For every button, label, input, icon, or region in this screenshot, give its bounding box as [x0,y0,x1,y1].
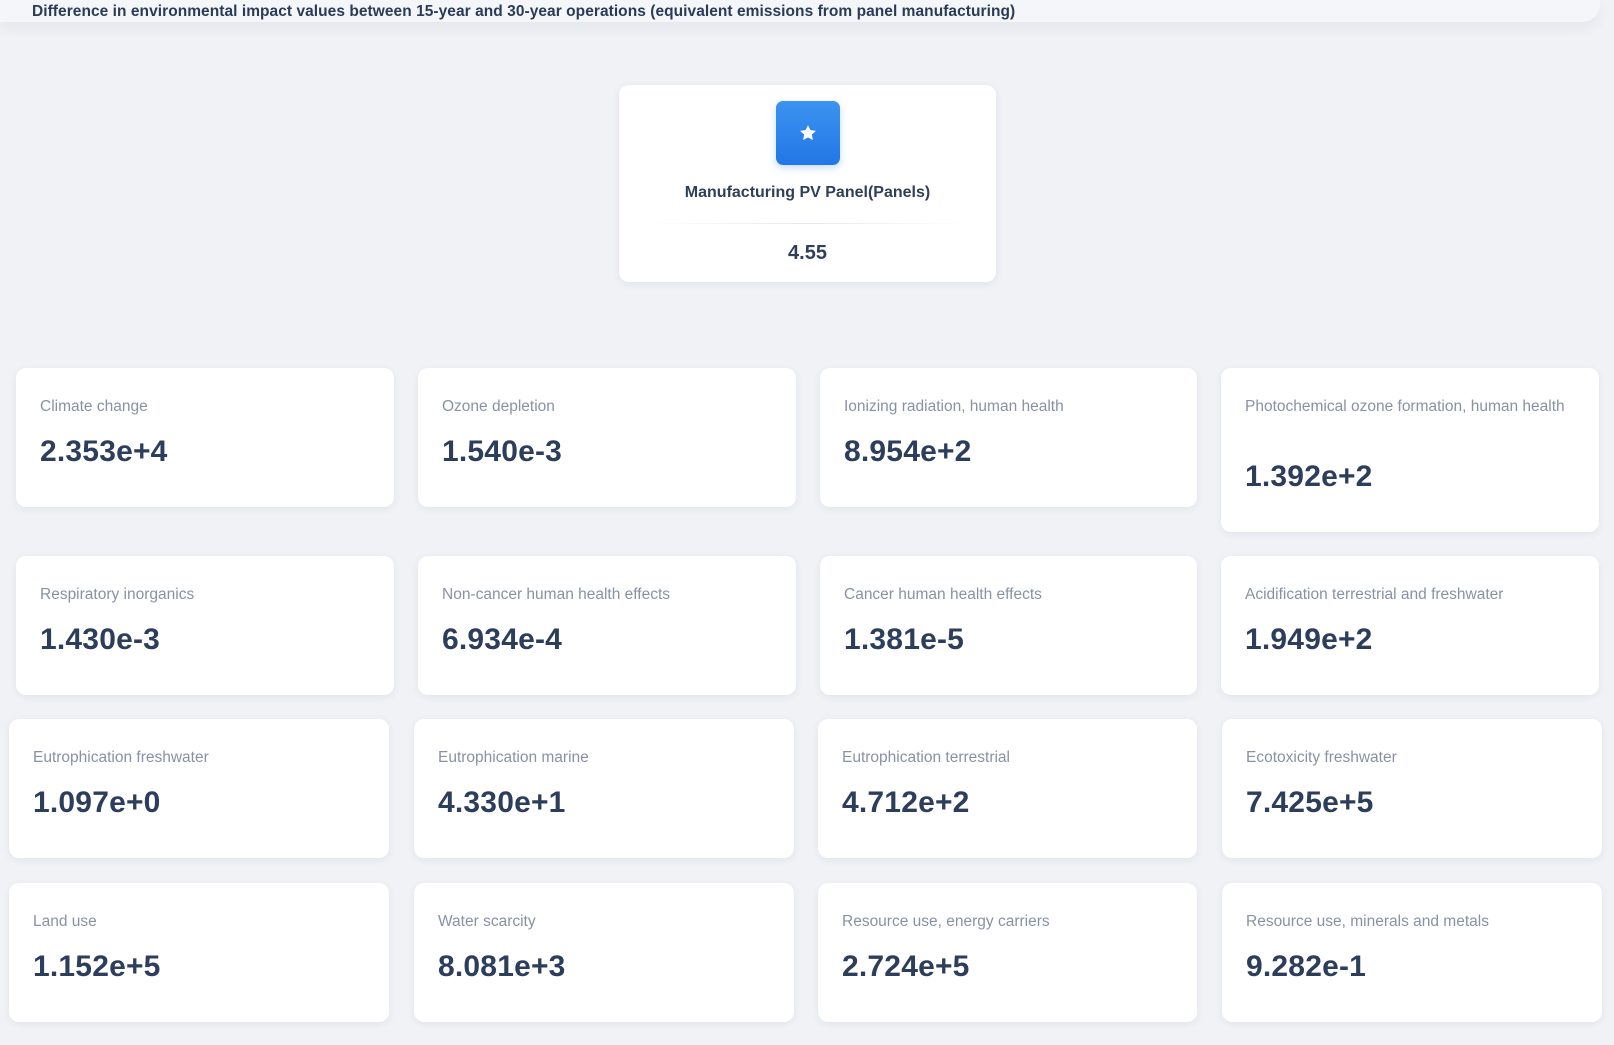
metric-card-minerals-metals: Resource use, minerals and metals 9.282e… [1222,883,1602,1022]
metric-label: Ecotoxicity freshwater [1246,749,1397,766]
header-bar: Difference in environmental impact value… [0,0,1600,22]
metric-card-ozone-depletion: Ozone depletion 1.540e-3 [418,368,796,507]
metric-card-water-scarcity: Water scarcity 8.081e+3 [414,883,794,1022]
metric-value: 1.949e+2 [1245,623,1373,656]
metric-card-eutrophication-marine: Eutrophication marine 4.330e+1 [414,719,794,858]
metric-card-respiratory-inorganics: Respiratory inorganics 1.430e-3 [16,556,394,695]
metric-label: Acidification terrestrial and freshwater [1245,586,1504,603]
metric-value: 7.425e+5 [1246,786,1374,819]
metric-label: Climate change [40,398,148,415]
metric-card-eutrophication-freshwater: Eutrophication freshwater 1.097e+0 [9,719,389,858]
metric-label: Respiratory inorganics [40,586,195,603]
star-icon [776,101,840,165]
metric-label: Photochemical ozone formation, human hea… [1245,398,1565,415]
metric-label: Ionizing radiation, human health [844,398,1064,415]
metric-card-ionizing-radiation: Ionizing radiation, human health 8.954e+… [820,368,1197,507]
metric-card-eutrophication-terrestrial: Eutrophication terrestrial 4.712e+2 [818,719,1197,858]
metric-label: Eutrophication marine [438,749,589,766]
metric-label: Non-cancer human health effects [442,586,671,603]
metric-card-cancer: Cancer human health effects 1.381e-5 [820,556,1197,695]
metric-card-land-use: Land use 1.152e+5 [9,883,389,1022]
metric-card-acidification: Acidification terrestrial and freshwater… [1221,556,1599,695]
metric-value: 4.712e+2 [842,786,970,819]
metric-value: 6.934e-4 [442,623,563,656]
metric-value: 8.954e+2 [844,435,972,468]
metric-card-non-cancer: Non-cancer human health effects 6.934e-4 [418,556,796,695]
dashboard-page: Difference in environmental impact value… [0,0,1614,1045]
metric-label: Cancer human health effects [844,586,1042,603]
metric-card-climate-change: Climate change 2.353e+4 [16,368,394,507]
metric-label: Resource use, energy carriers [842,913,1050,930]
summary-divider [647,223,968,224]
metric-label: Eutrophication terrestrial [842,749,1010,766]
summary-value: 4.55 [788,242,827,264]
summary-label: Manufacturing PV Panel(Panels) [684,184,931,201]
metric-value: 1.152e+5 [33,950,161,983]
summary-card: Manufacturing PV Panel(Panels) 4.55 [619,85,996,282]
metric-value: 8.081e+3 [438,950,566,983]
metric-label: Ozone depletion [442,398,555,415]
metric-label: Eutrophication freshwater [33,749,209,766]
metric-value: 1.381e-5 [844,623,965,656]
metric-label: Water scarcity [438,913,536,930]
metric-label: Land use [33,913,97,930]
metric-value: 4.330e+1 [438,786,566,819]
metric-value: 2.353e+4 [40,435,168,468]
page-title: Difference in environmental impact value… [32,3,1016,20]
metric-card-ecotoxicity-freshwater: Ecotoxicity freshwater 7.425e+5 [1222,719,1602,858]
metric-value: 2.724e+5 [842,950,970,983]
metric-value: 1.540e-3 [442,435,563,468]
metric-value: 1.430e-3 [40,623,161,656]
metric-label: Resource use, minerals and metals [1246,913,1489,930]
metric-card-energy-carriers: Resource use, energy carriers 2.724e+5 [818,883,1197,1022]
metric-value: 9.282e-1 [1246,950,1367,983]
metric-value: 1.392e+2 [1245,460,1373,493]
metric-value: 1.097e+0 [33,786,161,819]
metric-card-photochemical-ozone: Photochemical ozone formation, human hea… [1221,368,1599,532]
